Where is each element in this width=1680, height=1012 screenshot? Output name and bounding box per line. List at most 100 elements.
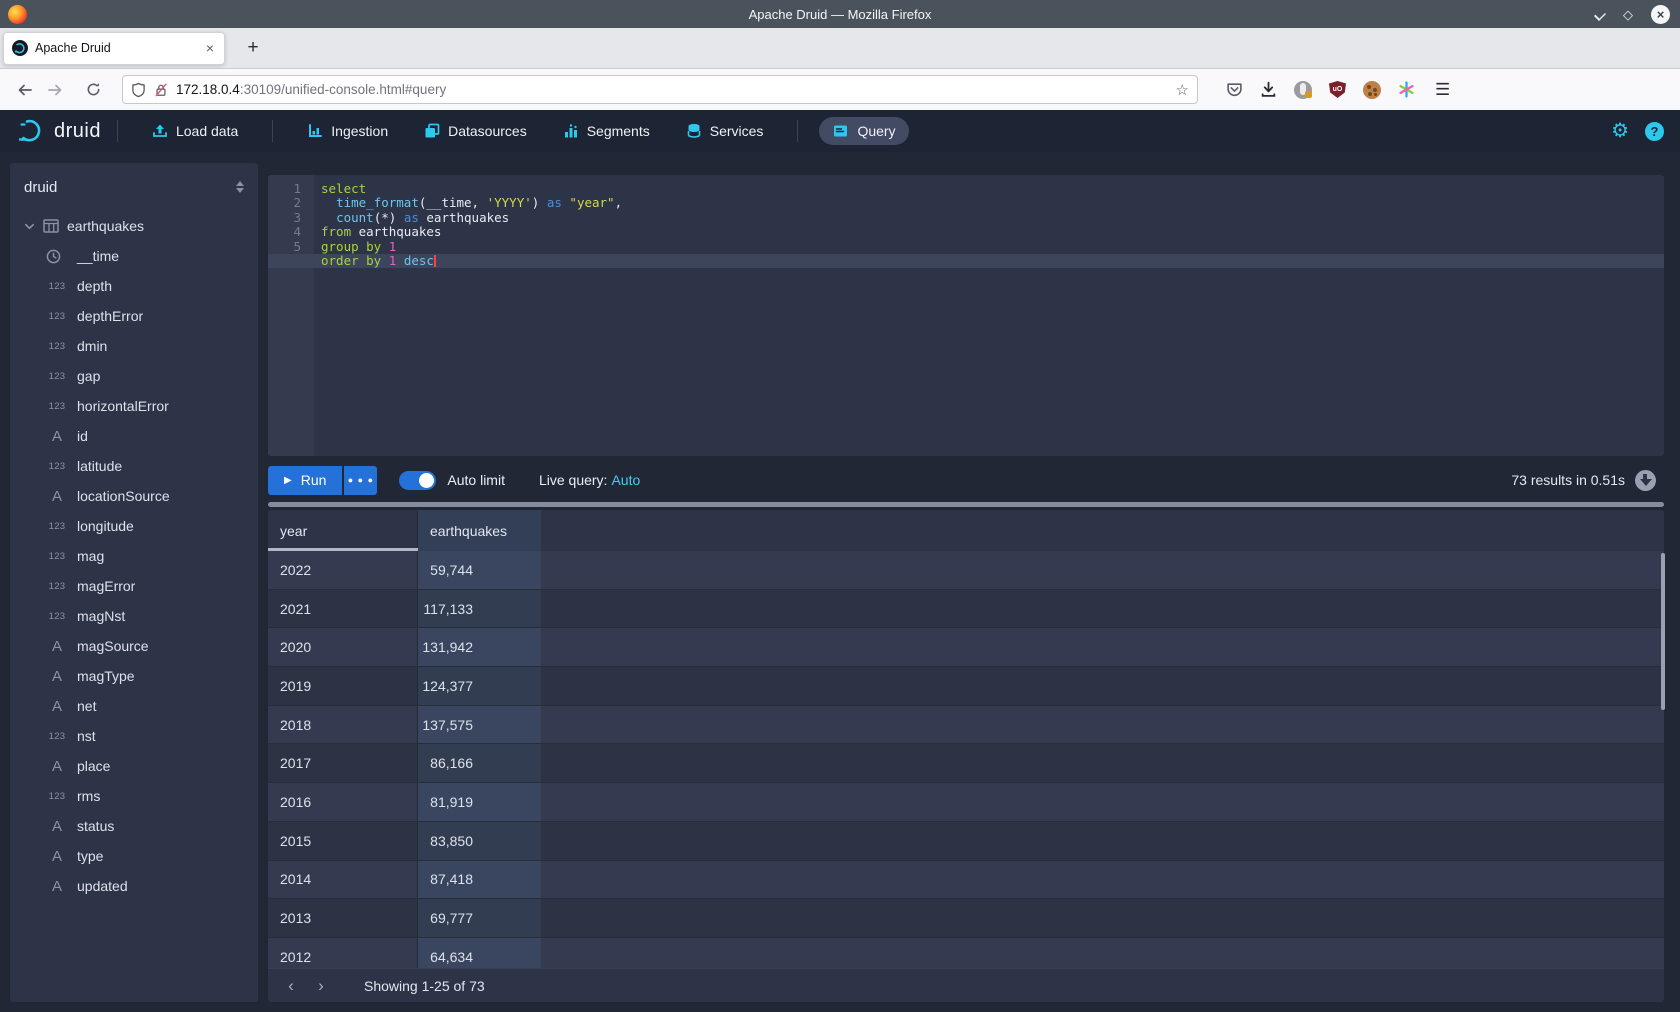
column-header-year[interactable]: year xyxy=(268,510,418,551)
window-close-icon[interactable]: × xyxy=(1651,5,1670,24)
cell-year[interactable]: 2015 xyxy=(268,822,418,860)
help-icon[interactable]: ? xyxy=(1645,122,1664,141)
sidebar-column-magError[interactable]: 123magError xyxy=(10,571,258,601)
cell-earthquakes[interactable]: 137,575 xyxy=(418,706,541,744)
sidebar-column-updated[interactable]: Aupdated xyxy=(10,871,258,901)
sidebar-column-depthError[interactable]: 123depthError xyxy=(10,301,258,331)
cell-year[interactable]: 2022 xyxy=(268,551,418,589)
code-line-4[interactable]: from earthquakes xyxy=(321,225,1664,239)
sidebar-column-horizontalError[interactable]: 123horizontalError xyxy=(10,391,258,421)
code-line-6[interactable]: order by 1 desc xyxy=(321,254,1664,268)
sidebar-column-depth[interactable]: 123depth xyxy=(10,271,258,301)
sidebar-column-net[interactable]: Anet xyxy=(10,691,258,721)
auto-limit-toggle[interactable] xyxy=(399,471,436,490)
cell-earthquakes[interactable]: 81,919 xyxy=(418,783,541,821)
cell-earthquakes[interactable]: 124,377 xyxy=(418,667,541,705)
insecure-lock-icon[interactable] xyxy=(154,82,168,98)
cell-earthquakes[interactable]: 64,634 xyxy=(418,938,541,968)
cell-earthquakes[interactable]: 87,418 xyxy=(418,861,541,899)
string-type-icon: A xyxy=(46,758,68,775)
column-header-earthquakes[interactable]: earthquakes xyxy=(418,510,541,551)
sidebar-column-status[interactable]: Astatus xyxy=(10,811,258,841)
forward-icon[interactable] xyxy=(40,82,70,98)
cell-year[interactable]: 2021 xyxy=(268,590,418,628)
column-name: rms xyxy=(77,788,100,804)
sidebar-column-gap[interactable]: 123gap xyxy=(10,361,258,391)
code-line-2[interactable]: time_format(__time, 'YYYY') as "year", xyxy=(321,196,1664,210)
prev-page-icon[interactable]: ‹ xyxy=(276,976,306,996)
cell-earthquakes[interactable]: 117,133 xyxy=(418,590,541,628)
cell-year[interactable]: 2013 xyxy=(268,899,418,937)
cell-earthquakes[interactable]: 69,777 xyxy=(418,899,541,937)
nav-item-load-data[interactable]: Load data xyxy=(139,117,251,145)
nav-item-segments[interactable]: Segments xyxy=(550,117,663,145)
sidebar-column-__time[interactable]: __time xyxy=(10,241,258,271)
url-bar[interactable]: 172.18.0.4:30109/unified-console.html#qu… xyxy=(122,75,1198,104)
schema-select-caret-icon[interactable] xyxy=(236,181,244,193)
multi-account-extension-icon[interactable] xyxy=(1398,81,1415,98)
sidebar-column-latitude[interactable]: 123latitude xyxy=(10,451,258,481)
sidebar-column-locationSource[interactable]: AlocationSource xyxy=(10,481,258,511)
sql-editor[interactable]: 123456 select time_format(__time, 'YYYY'… xyxy=(268,175,1664,456)
cell-year[interactable]: 2012 xyxy=(268,938,418,968)
code-line-3[interactable]: count(*) as earthquakes xyxy=(321,211,1664,225)
browser-tab[interactable]: Apache Druid × xyxy=(3,32,225,65)
cell-earthquakes[interactable]: 59,744 xyxy=(418,551,541,589)
cell-earthquakes[interactable]: 83,850 xyxy=(418,822,541,860)
nav-item-datasources[interactable]: Datasources xyxy=(411,117,540,145)
window-shade-icon[interactable] xyxy=(1595,9,1605,19)
sidebar-column-magType[interactable]: AmagType xyxy=(10,661,258,691)
tracking-shield-icon[interactable] xyxy=(131,82,146,98)
nav-item-ingestion[interactable]: Ingestion xyxy=(294,117,401,145)
sidebar-column-magSource[interactable]: AmagSource xyxy=(10,631,258,661)
sidebar-column-id[interactable]: Aid xyxy=(10,421,258,451)
number-type-icon: 123 xyxy=(46,371,68,382)
code-line-1[interactable]: select xyxy=(321,182,1664,196)
more-options-button[interactable]: ● ● ● xyxy=(344,466,377,495)
editor-code[interactable]: select time_format(__time, 'YYYY') as "y… xyxy=(314,175,1664,456)
cell-year[interactable]: 2014 xyxy=(268,861,418,899)
new-tab-button[interactable]: + xyxy=(239,37,267,59)
code-line-5[interactable]: group by 1 xyxy=(321,240,1664,254)
druid-brand[interactable]: druid xyxy=(18,118,101,144)
cell-earthquakes[interactable]: 131,942 xyxy=(418,628,541,666)
nav-item-query[interactable]: Query xyxy=(819,117,908,145)
live-query-value[interactable]: Auto xyxy=(611,472,640,488)
pocket-icon[interactable] xyxy=(1226,81,1243,98)
sidebar-column-mag[interactable]: 123mag xyxy=(10,541,258,571)
chevron-down-icon[interactable] xyxy=(24,221,35,232)
tab-close-icon[interactable]: × xyxy=(204,40,216,56)
cell-year[interactable]: 2018 xyxy=(268,706,418,744)
privacy-extension-icon[interactable] xyxy=(1294,81,1312,99)
run-button[interactable]: ▶ Run xyxy=(268,466,342,495)
sidebar-column-dmin[interactable]: 123dmin xyxy=(10,331,258,361)
sidebar-column-magNst[interactable]: 123magNst xyxy=(10,601,258,631)
sidebar-column-nst[interactable]: 123nst xyxy=(10,721,258,751)
downloads-icon[interactable] xyxy=(1260,81,1277,98)
bookmark-star-icon[interactable]: ☆ xyxy=(1176,81,1189,99)
menu-hamburger-icon[interactable]: ☰ xyxy=(1435,80,1450,100)
cell-year[interactable]: 2017 xyxy=(268,744,418,782)
horizontal-scrollbar[interactable] xyxy=(268,502,1664,507)
sidebar-column-place[interactable]: Aplace xyxy=(10,751,258,781)
download-results-icon[interactable] xyxy=(1635,470,1656,491)
next-page-icon[interactable]: › xyxy=(306,976,336,996)
cell-year[interactable]: 2019 xyxy=(268,667,418,705)
sidebar-column-longitude[interactable]: 123longitude xyxy=(10,511,258,541)
back-icon[interactable] xyxy=(10,82,40,98)
cell-year[interactable]: 2020 xyxy=(268,628,418,666)
cookie-extension-icon[interactable] xyxy=(1363,81,1381,99)
sidebar-column-rms[interactable]: 123rms xyxy=(10,781,258,811)
ublock-extension-icon[interactable]: uO xyxy=(1329,81,1346,98)
nav-item-services[interactable]: Services xyxy=(673,117,777,145)
settings-gear-icon[interactable]: ⚙ xyxy=(1611,121,1629,141)
vertical-scrollbar[interactable] xyxy=(1661,553,1665,710)
cell-earthquakes[interactable]: 86,166 xyxy=(418,744,541,782)
cell-year[interactable]: 2016 xyxy=(268,783,418,821)
sidebar-table-earthquakes[interactable]: earthquakes xyxy=(10,211,258,241)
window-maximize-icon[interactable]: ◇ xyxy=(1623,8,1633,21)
column-name: magSource xyxy=(77,638,149,654)
reload-icon[interactable] xyxy=(78,82,108,97)
sidebar-column-type[interactable]: Atype xyxy=(10,841,258,871)
url-text[interactable]: 172.18.0.4:30109/unified-console.html#qu… xyxy=(176,82,1168,97)
